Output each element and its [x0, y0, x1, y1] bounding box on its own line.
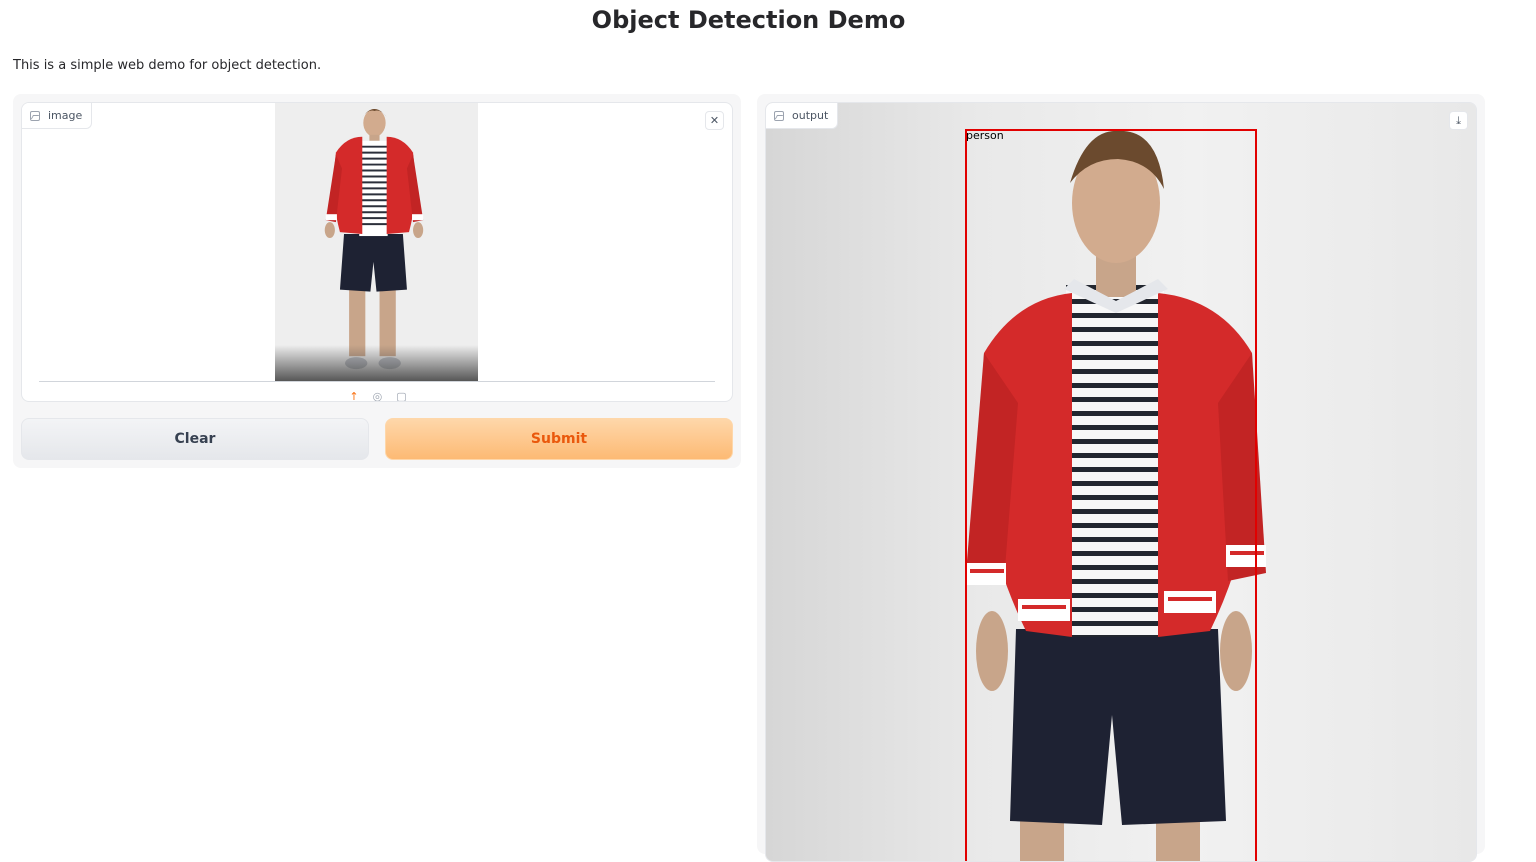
floor-shadow	[275, 345, 478, 381]
image-icon	[30, 110, 40, 121]
image-input[interactable]: image ✕ ↑ ◎ ▢	[21, 102, 733, 402]
clipboard-icon[interactable]: ▢	[396, 390, 406, 401]
close-icon: ✕	[709, 114, 720, 127]
person-photo-thumbnail	[275, 103, 478, 381]
upload-icon[interactable]: ↑	[349, 390, 358, 401]
page-description: This is a simple web demo for object det…	[13, 58, 322, 73]
output-label: output	[766, 103, 839, 129]
image-input-label: image	[22, 103, 93, 129]
image-icon	[774, 110, 784, 121]
detection-bounding-box	[965, 129, 1257, 861]
image-label-text: image	[48, 109, 83, 122]
detection-label: person	[966, 129, 1004, 142]
image-source-toolbar: ↑ ◎ ▢	[22, 390, 732, 401]
output-column: output ⤓ person	[757, 94, 1485, 862]
output-label-text: output	[792, 109, 829, 122]
download-button[interactable]: ⤓	[1449, 111, 1468, 130]
image-divider	[39, 381, 715, 382]
download-icon: ⤓	[1456, 113, 1461, 127]
input-image-preview	[275, 103, 478, 381]
clear-button[interactable]: Clear	[21, 418, 369, 460]
clear-image-button[interactable]: ✕	[705, 111, 724, 130]
input-column: image ✕ ↑ ◎ ▢ Clear Submit	[13, 94, 741, 468]
submit-button[interactable]: Submit	[385, 418, 733, 460]
page-title: Object Detection Demo	[591, 6, 906, 34]
webcam-icon[interactable]: ◎	[373, 390, 383, 401]
image-output: output ⤓ person	[765, 102, 1477, 862]
